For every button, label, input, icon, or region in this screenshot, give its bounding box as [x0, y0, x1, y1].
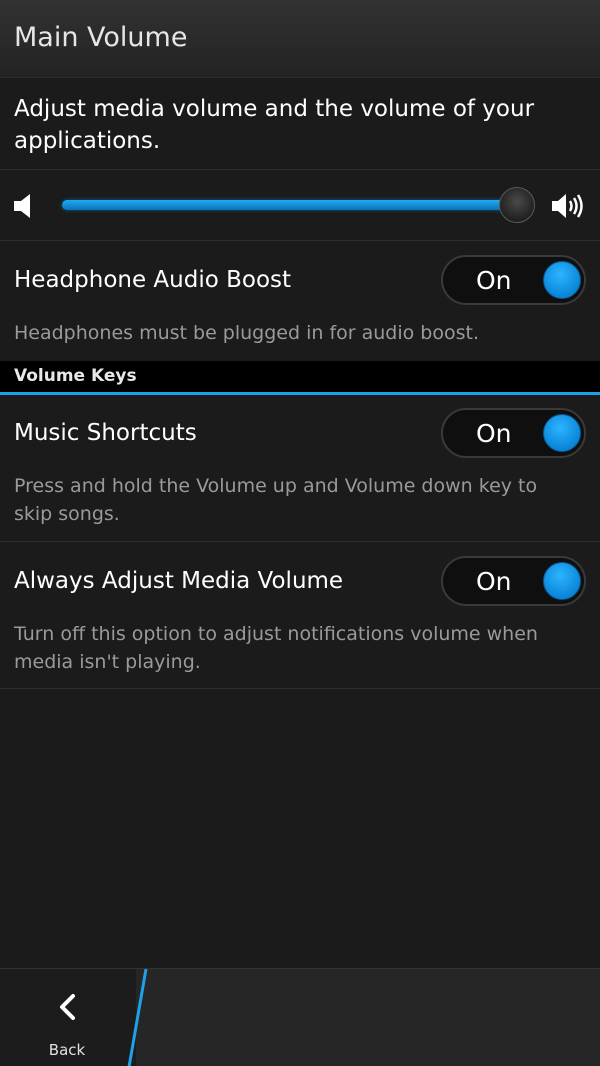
divider: [0, 688, 600, 689]
toggle-knob: [543, 261, 581, 299]
page-description: Adjust media volume and the volume of yo…: [14, 96, 535, 154]
divider: [0, 169, 600, 170]
action-bar: Back: [0, 968, 600, 1066]
music-shortcuts-toggle[interactable]: On: [441, 408, 586, 458]
toggle-state-label: On: [476, 567, 512, 596]
music-shortcuts-note: Press and hold the Volume up and Volume …: [14, 475, 538, 525]
main-volume-screen: Main Volume Adjust media volume and the …: [0, 0, 600, 1066]
volume-slider-fill: [62, 200, 517, 210]
section-header-volume-keys: Volume Keys: [0, 361, 600, 395]
section-header-label: Volume Keys: [14, 366, 137, 386]
volume-slider-thumb[interactable]: [499, 187, 535, 223]
page-title: Main Volume: [14, 22, 188, 53]
toggle-knob: [543, 414, 581, 452]
headphone-audio-boost-label: Headphone Audio Boost: [14, 267, 292, 293]
back-button-label: Back: [48, 1041, 86, 1059]
always-adjust-media-volume-toggle[interactable]: On: [441, 556, 586, 606]
speaker-high-icon[interactable]: [550, 190, 586, 222]
toggle-knob: [543, 562, 581, 600]
toggle-state-label: On: [476, 266, 512, 295]
always-adjust-media-volume-label: Always Adjust Media Volume: [14, 568, 344, 594]
chevron-left-icon: [60, 994, 75, 1020]
back-button[interactable]: Back: [0, 969, 136, 1066]
action-bar-separator: [127, 969, 148, 1066]
title-bar: Main Volume: [0, 0, 600, 78]
headphone-audio-boost-toggle[interactable]: On: [441, 255, 586, 305]
speaker-low-icon[interactable]: [10, 190, 46, 222]
music-shortcuts-label: Music Shortcuts: [14, 420, 197, 446]
toggle-state-label: On: [476, 419, 512, 448]
divider: [0, 240, 600, 241]
volume-slider[interactable]: [62, 187, 536, 223]
divider: [0, 541, 600, 542]
headphone-audio-boost-note: Headphones must be plugged in for audio …: [14, 322, 480, 344]
always-adjust-media-volume-note: Turn off this option to adjust notificat…: [14, 623, 538, 673]
